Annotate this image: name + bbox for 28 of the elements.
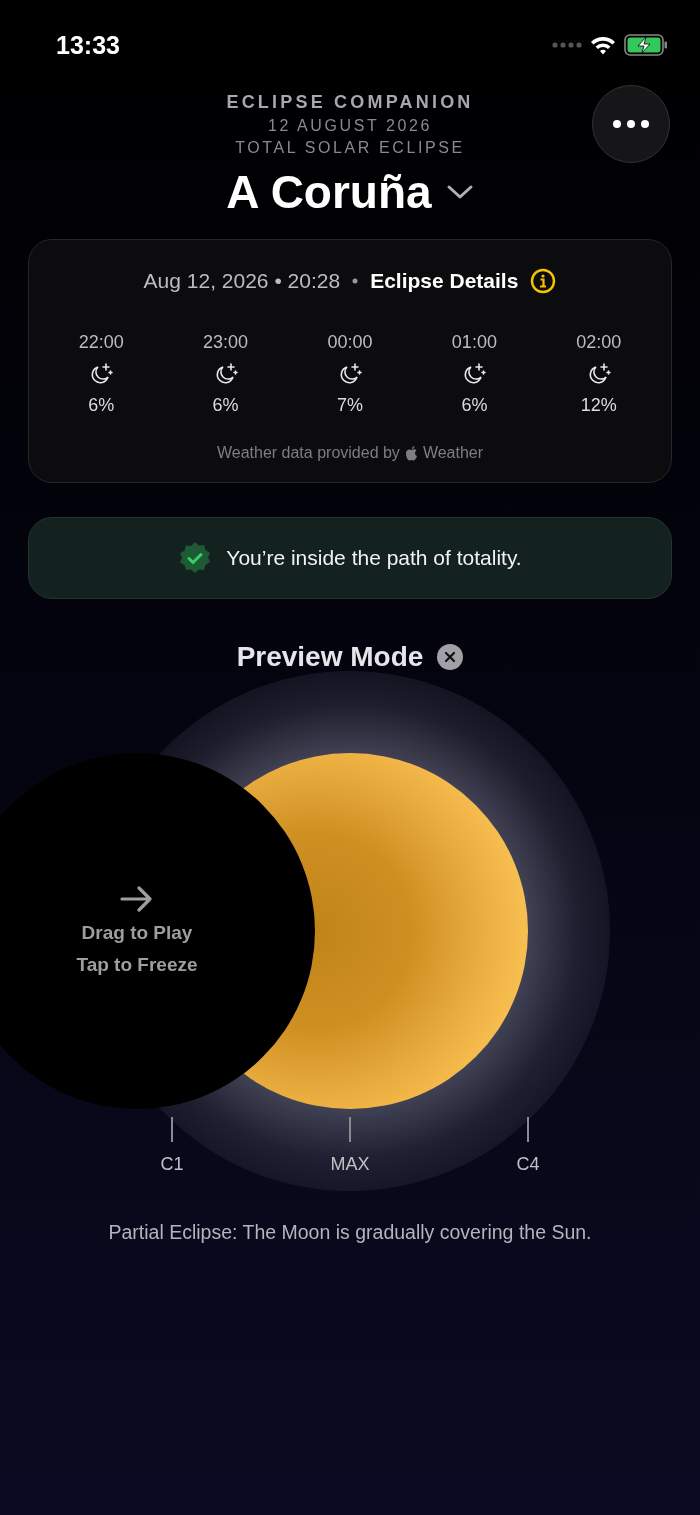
forecast-value: 6%	[461, 395, 488, 416]
forecast-datetime: Aug 12, 2026 • 20:28	[143, 269, 341, 293]
forecast-value: 6%	[212, 395, 239, 416]
forecast-value: 7%	[337, 395, 363, 416]
phase-caption: Partial Eclipse: The Moon is gradually covering the Sun.	[107, 1221, 593, 1244]
timeline-label: C1	[160, 1154, 184, 1175]
forecast-hour: 02:00	[576, 332, 622, 353]
location-picker[interactable]: A Coruña	[226, 165, 474, 219]
moon-hint: Tap to Freeze	[76, 954, 198, 976]
app-title: ECLIPSE COMPANION	[226, 92, 474, 113]
forecast-hour: 00:00	[327, 332, 373, 353]
eclipse-details-link[interactable]: Eclipse Details	[370, 269, 519, 293]
eclipse-type: TOTAL SOLAR ECLIPSE	[235, 139, 465, 157]
moon-disc[interactable]: Drag to Play Tap to Freeze	[0, 753, 315, 1109]
forecast-hour: 23:00	[203, 332, 249, 353]
attribution-source: Weather	[422, 444, 484, 462]
timeline-label: C4	[516, 1154, 540, 1175]
attribution-text: Weather data provided by	[216, 444, 400, 462]
forecast-hour: 01:00	[451, 332, 497, 353]
eclipse-date: 12 AUGUST 2026	[267, 117, 433, 135]
totality-message: You’re inside the path of totality.	[226, 546, 522, 570]
forecast-value: 6%	[88, 395, 115, 416]
status-time: 13:33	[56, 30, 120, 60]
moon-hint: Drag to Play	[81, 922, 193, 944]
forecast-hour: 22:00	[78, 332, 124, 353]
timeline-label: MAX	[330, 1154, 370, 1175]
forecast-value: 12%	[580, 395, 617, 416]
preview-mode-title: Preview Mode	[236, 641, 424, 673]
